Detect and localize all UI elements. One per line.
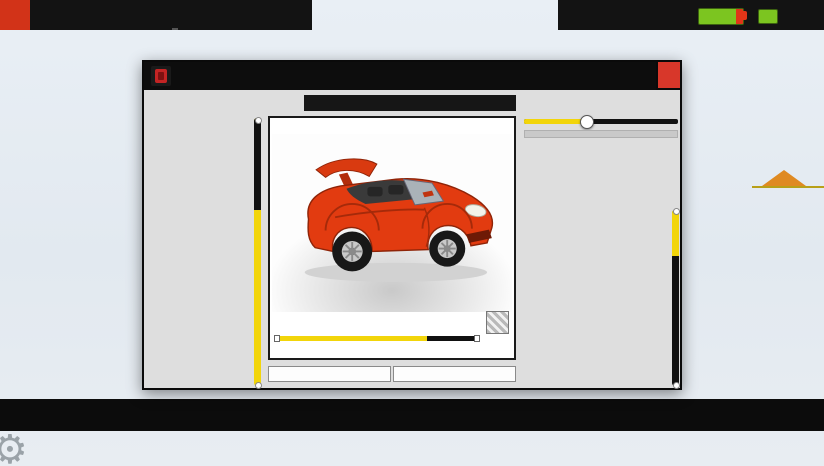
palette-scroll-right-handle[interactable]: [474, 335, 480, 342]
features-scroll-thumb[interactable]: [672, 210, 679, 256]
car-sales-count-badge: [172, 28, 178, 30]
cost-breakdown-box: [524, 130, 678, 138]
dialog-titlebar[interactable]: [144, 62, 680, 90]
model-name-input[interactable]: [304, 95, 516, 111]
sale-price-slider[interactable]: [524, 119, 678, 124]
scroll-cap-bottom[interactable]: [255, 382, 262, 389]
background-gear-icon: ⚙: [0, 430, 28, 466]
pattern-swatch[interactable]: [486, 311, 509, 334]
car-image[interactable]: [280, 136, 508, 308]
insufficient-resources-tag[interactable]: [752, 186, 824, 188]
scroll-cap-top[interactable]: [255, 117, 262, 124]
features-scrollbar[interactable]: [672, 210, 679, 386]
game-screen: { "topbar": { "logo_glyph": "↻", "icons"…: [0, 0, 824, 466]
model-list-scrollbar[interactable]: [254, 118, 261, 386]
features-scroll-cap-top[interactable]: [673, 208, 680, 215]
model-list-scroll-thumb[interactable]: [254, 118, 261, 210]
create-similar-model-button[interactable]: [268, 366, 391, 382]
dialog-positech-icon: [151, 66, 171, 86]
toolbar-left: [0, 0, 312, 30]
sale-price-slider-fill: [524, 119, 586, 124]
factory-wall-band: [0, 399, 824, 431]
car-preview-panel: [268, 116, 516, 360]
close-icon[interactable]: [656, 60, 682, 90]
car-render-stage: [272, 134, 512, 312]
palette-scrollbar-track: [427, 336, 477, 341]
archive-this-model-button[interactable]: [393, 366, 516, 382]
palette-scrollbar[interactable]: [277, 336, 477, 341]
power-meter: [698, 8, 744, 25]
power-meter-cap: [743, 11, 747, 20]
palette-scroll-left-handle[interactable]: [274, 335, 280, 342]
features-scroll-cap-bottom[interactable]: [673, 382, 680, 389]
toolbar-right: [558, 0, 824, 30]
showroom-stats-row: [270, 118, 514, 133]
power-meter-red-segment: [736, 9, 743, 24]
sale-price-slider-knob[interactable]: [580, 115, 594, 129]
app-logo[interactable]: [0, 0, 30, 30]
roof-decoration: [762, 170, 806, 186]
cash-icon: [758, 9, 778, 24]
car-designs-dialog: [142, 60, 682, 390]
features-list: [524, 208, 670, 388]
